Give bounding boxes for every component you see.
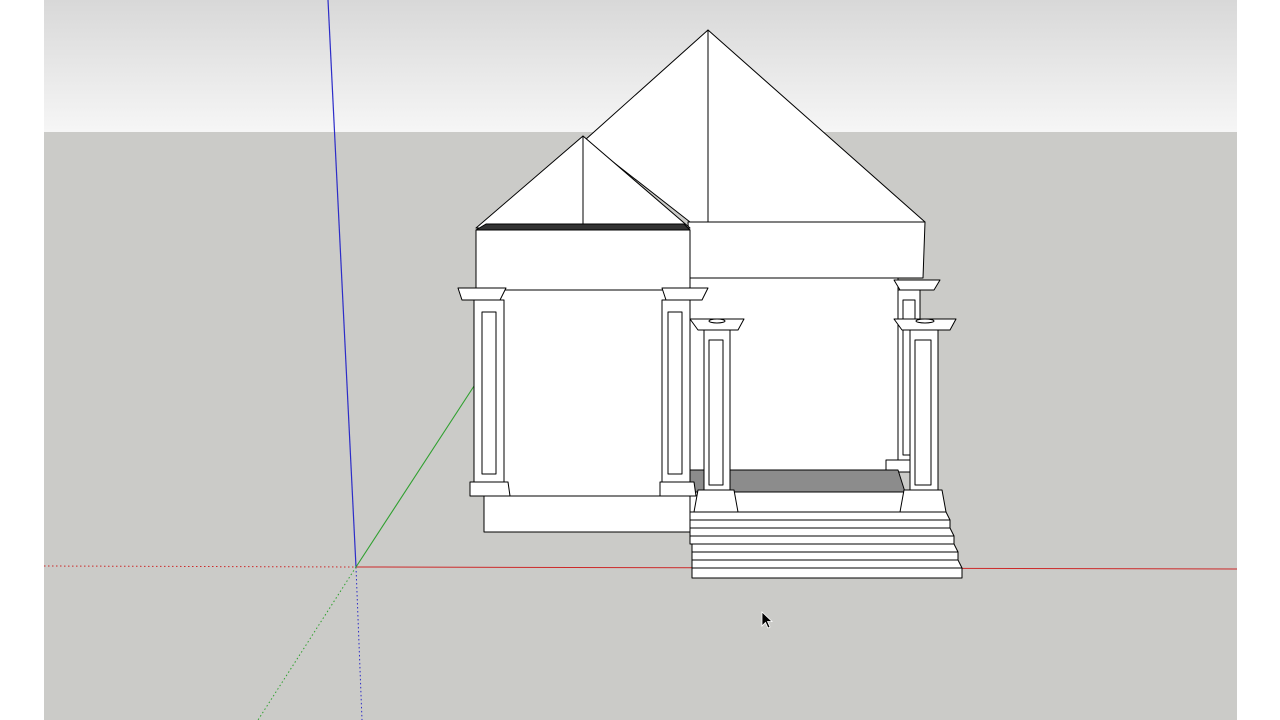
main-fascia [687,221,926,279]
step-1 [689,511,951,521]
column-1-base [693,489,739,513]
left-inner-pilaster [661,299,691,483]
step-3-tread [691,551,959,561]
left-block-plinth [483,495,691,533]
column-1-capital [689,318,745,331]
left-outer-pilaster [473,299,505,483]
left-inner-capital [661,287,709,301]
left-fascia [475,229,691,291]
column-2-shaft [909,329,939,491]
left-inner-base [659,481,697,497]
step-2 [689,527,955,537]
left-outer-base [469,481,511,497]
step-4-tread [691,567,963,579]
left-block-wall [499,289,667,497]
step-1-tread [689,519,951,529]
app-window [0,0,1280,720]
3d-viewport[interactable] [44,0,1237,720]
right-back-capital [893,279,941,291]
step-3 [691,543,959,553]
scene-canvas[interactable] [44,0,1237,720]
step-2-tread [689,535,955,545]
column-2-base [899,489,947,513]
column-2-capital [893,318,957,331]
steps [689,511,963,579]
front-roof-dark-edge [475,223,691,231]
step-4 [691,559,963,569]
column-1-shaft [703,329,731,491]
left-outer-capital [457,287,507,301]
